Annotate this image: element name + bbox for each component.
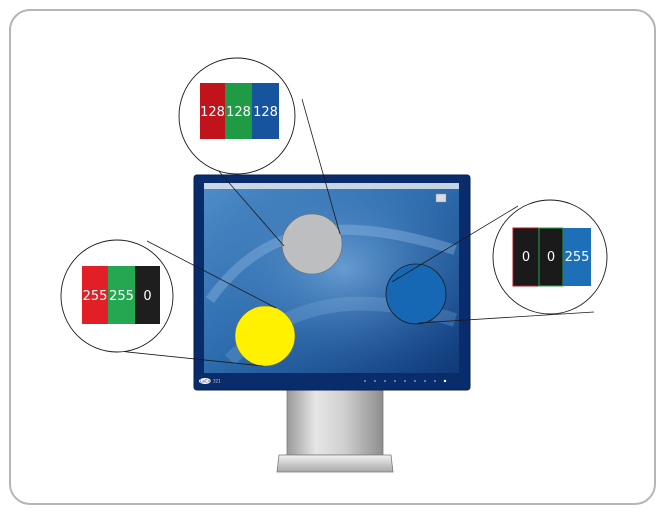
brand-label: LaCie bbox=[200, 379, 212, 384]
yellow-green-value: 255 bbox=[109, 289, 134, 304]
color-diagram: LaCie 321 128 128 128 0 0 255 255 255 0 bbox=[9, 9, 656, 505]
model-label: 321 bbox=[213, 379, 221, 384]
callout-blue: 0 0 255 bbox=[492, 199, 608, 315]
blue-red-value: 0 bbox=[522, 250, 530, 265]
gray-blue-value: 128 bbox=[253, 105, 278, 120]
blue-spot bbox=[385, 263, 447, 325]
blue-blue-value: 255 bbox=[565, 250, 590, 265]
gray-red-value: 128 bbox=[200, 105, 225, 120]
screen-menubar bbox=[204, 183, 459, 189]
yellow-spot bbox=[234, 305, 296, 367]
callout-gray: 128 128 128 bbox=[178, 57, 296, 175]
callout-yellow: 255 255 0 bbox=[60, 239, 174, 353]
monitor-stand bbox=[276, 386, 394, 473]
yellow-blue-value: 0 bbox=[143, 289, 151, 304]
gray-spot bbox=[281, 213, 343, 275]
blue-green-value: 0 bbox=[547, 250, 555, 265]
desktop-disk-icon bbox=[435, 193, 447, 203]
gray-green-value: 128 bbox=[226, 105, 251, 120]
yellow-red-value: 255 bbox=[83, 289, 108, 304]
